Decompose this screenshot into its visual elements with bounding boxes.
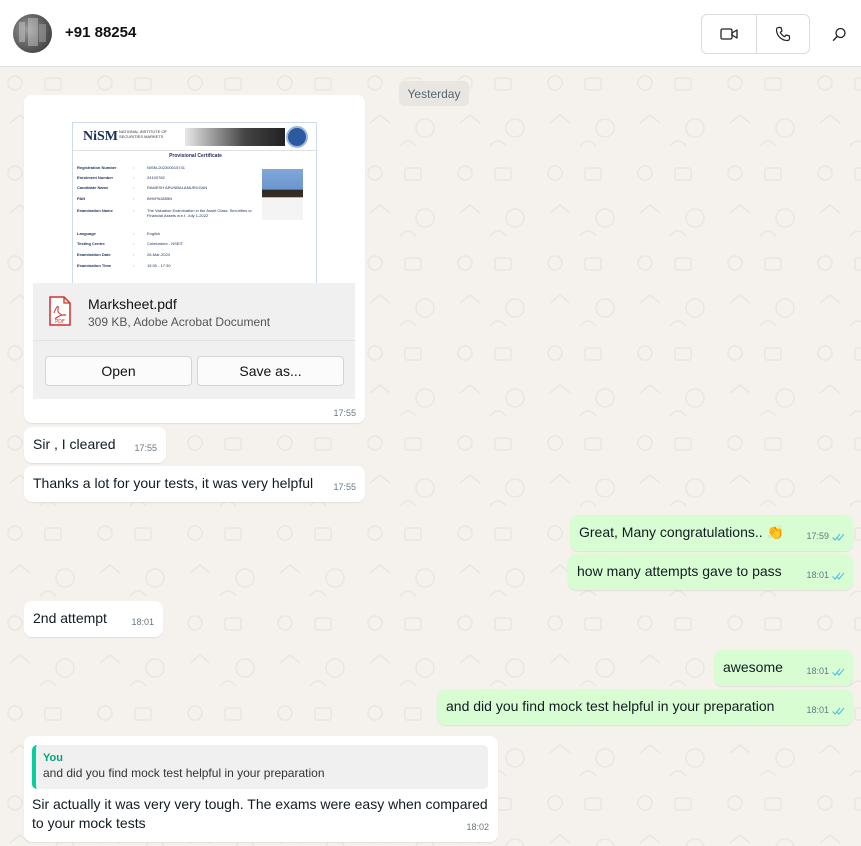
document-file-meta: 309 KB, Adobe Acrobat Document <box>88 315 271 329</box>
message-text: and did you find mock test helpful in yo… <box>446 698 775 714</box>
message-text: Thanks a lot for your tests, it was very… <box>33 475 314 491</box>
message-text: Sir actually it was very very tough. The… <box>32 796 488 831</box>
incoming-message[interactable]: Thanks a lot for your tests, it was very… <box>24 466 365 502</box>
cert-row: Candidate Name: RAMESH ARUNBALAMURUGAN <box>77 185 208 190</box>
message-time: 18:02 <box>466 822 489 832</box>
cert-row: Examination Name: The Valuation Examinati… <box>77 208 252 218</box>
read-receipt-icon <box>832 707 844 715</box>
message-text: how many attempts gave to pass <box>577 563 782 579</box>
cert-row: Registration Number: NISM-202300015741 <box>77 165 186 170</box>
quoted-author: You <box>43 752 63 764</box>
certificate-thumbnail: NiSM NATIONAL INSTITUTE OF SECURITIES MA… <box>72 122 318 291</box>
document-file-name: Marksheet.pdf <box>88 296 177 312</box>
message-time: 18:01 <box>131 617 154 627</box>
search-button[interactable] <box>826 22 852 46</box>
contact-avatar[interactable] <box>13 14 52 53</box>
video-call-button[interactable] <box>702 15 756 53</box>
candidate-photo <box>262 169 303 220</box>
incoming-message[interactable]: 2nd attempt 18:01 <box>24 601 163 637</box>
quoted-text: and did you find mock test helpful in yo… <box>43 766 325 780</box>
message-text: awesome <box>723 659 783 675</box>
cert-row: Testing Centre: Coimbatore - NSEIT <box>77 241 184 246</box>
message-time: 17:55 <box>134 443 157 453</box>
read-receipt-icon <box>832 668 844 676</box>
save-as-button[interactable]: Save as... <box>197 356 344 386</box>
chat-messages-area[interactable]: Yesterday NiSM NATIONAL INSTITUTE OF SEC… <box>0 68 861 846</box>
incoming-message[interactable]: Sir , I cleared 17:55 <box>24 427 166 463</box>
contact-name[interactable]: +91 88254 <box>65 24 136 41</box>
cert-row: Examination Date:26-Mar-2024 <box>77 252 170 257</box>
certificate-banner-image <box>185 128 285 146</box>
pdf-file-icon: PDF <box>49 296 71 326</box>
certificate-title: Provisional Certificate <box>169 153 222 159</box>
outgoing-message[interactable]: and did you find mock test helpful in yo… <box>437 689 853 725</box>
nism-logo: NiSM <box>83 129 118 144</box>
nism-org-name: NATIONAL INSTITUTE OF SECURITIES MARKETS <box>119 129 168 139</box>
outgoing-message[interactable]: Great, Many congratulations.. 👏 17:59 <box>570 515 853 551</box>
message-time: 18:01 <box>806 566 844 585</box>
quoted-message[interactable]: You and did you find mock test helpful i… <box>32 745 488 789</box>
certificate-seal-icon <box>286 126 308 148</box>
chat-header: +91 88254 <box>0 0 861 67</box>
message-text: Sir , I cleared <box>33 436 116 452</box>
document-actions: Open Save as... <box>33 341 355 399</box>
cert-row: Enrolment Number:24100782 <box>77 175 165 180</box>
date-separator: Yesterday <box>399 81 469 106</box>
read-receipt-icon <box>832 572 844 580</box>
video-camera-icon <box>720 28 738 40</box>
outgoing-message[interactable]: how many attempts gave to pass 18:01 <box>568 554 853 590</box>
message-text: Great, Many congratulations.. 👏 <box>579 524 784 540</box>
outgoing-message[interactable]: awesome 18:01 <box>714 650 853 686</box>
svg-text:PDF: PDF <box>55 319 65 325</box>
call-button-group <box>701 14 810 54</box>
document-preview[interactable]: NiSM NATIONAL INSTITUTE OF SECURITIES MA… <box>33 104 355 292</box>
message-text: 2nd attempt <box>33 610 107 626</box>
message-time: 17:55 <box>333 408 356 418</box>
document-message[interactable]: NiSM NATIONAL INSTITUTE OF SECURITIES MA… <box>24 95 365 423</box>
voice-call-button[interactable] <box>755 15 810 53</box>
incoming-reply-message[interactable]: You and did you find mock test helpful i… <box>24 736 498 842</box>
read-receipt-icon <box>832 533 844 541</box>
cert-row: PAN: BHKPA3855N <box>77 196 173 201</box>
search-icon <box>832 27 846 41</box>
message-time: 18:01 <box>806 701 844 720</box>
document-info: PDF Marksheet.pdf 309 KB, Adobe Acrobat … <box>33 283 355 341</box>
cert-row: Language: English <box>77 231 161 236</box>
phone-icon <box>775 26 790 42</box>
message-time: 17:59 <box>806 527 844 546</box>
message-time: 18:01 <box>806 662 844 681</box>
cert-row: Examination Time:15:30 - 17:30 <box>77 263 171 268</box>
message-time: 17:55 <box>333 482 356 492</box>
open-document-button[interactable]: Open <box>45 356 192 386</box>
